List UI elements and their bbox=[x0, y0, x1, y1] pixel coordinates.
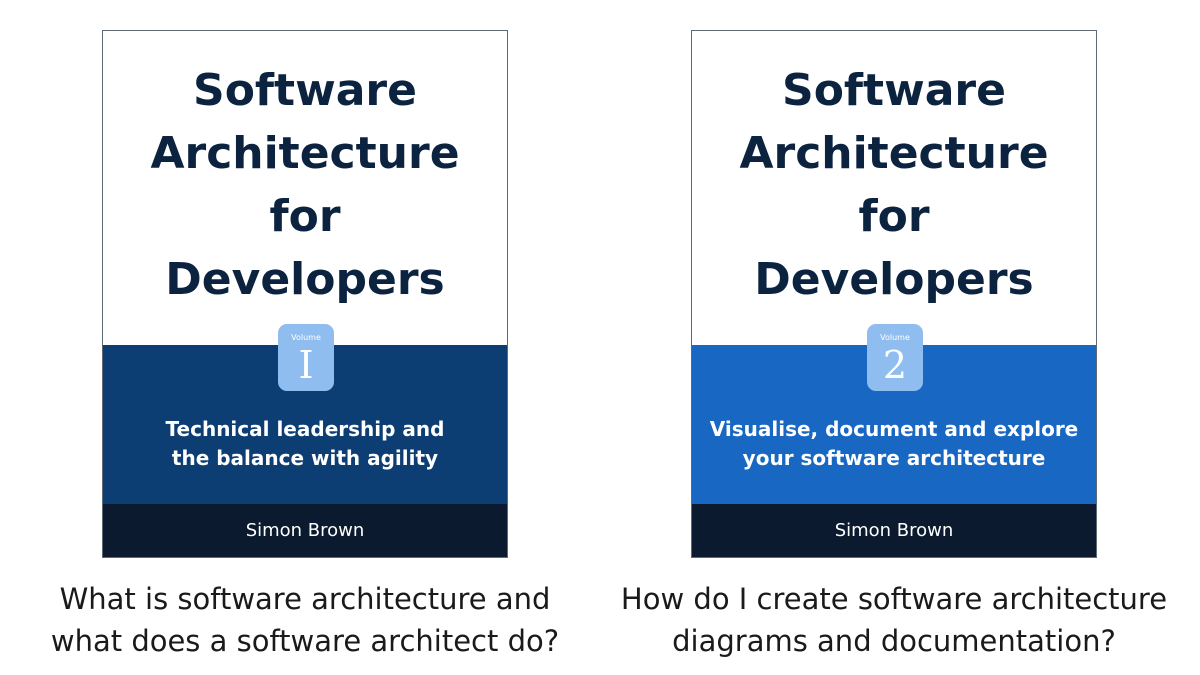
volume-number: I bbox=[298, 343, 314, 387]
volume-badge: Volume I bbox=[278, 324, 334, 391]
book-cover-volume-2[interactable]: Software Architecture for Developers Vol… bbox=[691, 30, 1097, 558]
caption-volume-2: How do I create software architecture di… bbox=[620, 582, 1168, 658]
caption-volume-1: What is software architecture and what d… bbox=[50, 582, 560, 658]
book-subtitle: Visualise, document and explore your sof… bbox=[709, 417, 1079, 470]
author-name: Simon Brown bbox=[103, 504, 507, 557]
book-title: Software Architecture for Developers bbox=[150, 65, 460, 305]
volume-number: 2 bbox=[882, 343, 908, 387]
volume-badge: Volume 2 bbox=[867, 324, 923, 391]
book-cover-volume-1[interactable]: Software Architecture for Developers Vol… bbox=[102, 30, 508, 558]
book-subtitle: Technical leadership and the balance wit… bbox=[165, 417, 445, 470]
author-name: Simon Brown bbox=[692, 504, 1096, 557]
volume-label: Volume bbox=[880, 333, 910, 342]
volume-label: Volume bbox=[291, 333, 321, 342]
book-title: Software Architecture for Developers bbox=[739, 65, 1049, 305]
